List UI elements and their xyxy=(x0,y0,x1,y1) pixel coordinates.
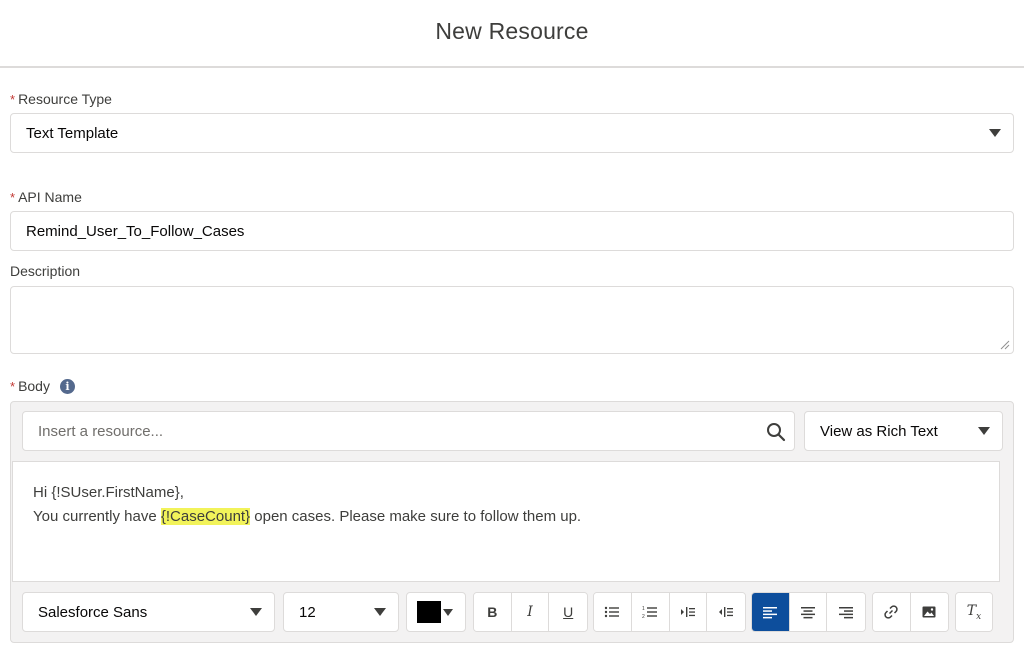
align-left-icon xyxy=(763,607,778,619)
api-name-input[interactable]: Remind_User_To_Follow_Cases xyxy=(10,211,1014,251)
underline-icon: U xyxy=(563,604,574,620)
chevron-down-icon xyxy=(250,608,262,616)
body-label-text: Body xyxy=(18,378,50,394)
bulleted-list-button[interactable] xyxy=(594,593,632,631)
editor-toolbar: Salesforce Sans 12 B I U 1 2 Tx xyxy=(12,581,1000,639)
search-placeholder: Insert a resource... xyxy=(38,423,164,440)
editor-line-2: You currently have {!CaseCount} open cas… xyxy=(33,508,581,525)
editor-line-1: Hi {!SUser.FirstName}, xyxy=(33,484,184,501)
link-button[interactable] xyxy=(873,593,911,631)
required-mark: * xyxy=(10,189,16,205)
resize-handle-icon[interactable] xyxy=(1000,340,1010,350)
resource-type-select[interactable]: Text Template xyxy=(10,113,1014,153)
underline-button[interactable]: U xyxy=(549,593,587,631)
text-color-picker[interactable] xyxy=(406,592,466,632)
bold-button[interactable]: B xyxy=(474,593,512,631)
view-mode-select[interactable]: View as Rich Text xyxy=(804,411,1003,451)
description-label-text: Description xyxy=(10,263,81,279)
required-mark: * xyxy=(10,91,16,107)
color-swatch xyxy=(417,601,441,623)
body-editor-container: Insert a resource... View as Rich Text H… xyxy=(10,401,1014,643)
list-button-group: 1 2 xyxy=(593,592,746,632)
font-size-select[interactable]: 12 xyxy=(283,592,399,632)
editor-text: You currently have xyxy=(33,508,161,525)
svg-text:1: 1 xyxy=(642,606,645,612)
info-icon[interactable]: i xyxy=(59,378,75,394)
bulleted-list-icon xyxy=(605,606,620,618)
bold-icon: B xyxy=(487,604,498,620)
outdent-icon xyxy=(719,607,734,617)
align-center-button[interactable] xyxy=(789,593,828,631)
format-button-group: B I U xyxy=(473,592,588,632)
body-label: * Body i xyxy=(10,378,75,394)
api-name-value: Remind_User_To_Follow_Cases xyxy=(26,223,245,240)
chevron-down-icon xyxy=(989,129,1001,137)
search-icon xyxy=(767,423,786,442)
font-size-value: 12 xyxy=(299,604,316,621)
align-center-icon xyxy=(801,607,815,619)
align-right-icon xyxy=(839,607,854,619)
insert-button-group xyxy=(872,592,949,632)
image-button[interactable] xyxy=(910,593,948,631)
required-mark: * xyxy=(10,378,16,394)
chevron-down-icon xyxy=(443,608,453,616)
view-mode-value: View as Rich Text xyxy=(820,423,938,440)
modal-header: New Resource xyxy=(0,0,1024,68)
resource-type-label-text: Resource Type xyxy=(18,91,112,107)
font-family-value: Salesforce Sans xyxy=(38,604,148,621)
italic-button[interactable]: I xyxy=(511,593,550,631)
svg-text:2: 2 xyxy=(642,614,645,620)
numbered-list-icon: 1 2 xyxy=(642,606,658,620)
chevron-down-icon xyxy=(374,608,386,616)
link-icon xyxy=(884,605,898,619)
align-right-button[interactable] xyxy=(827,593,865,631)
indent-icon xyxy=(680,607,695,617)
font-family-select[interactable]: Salesforce Sans xyxy=(22,592,275,632)
rich-text-editor[interactable]: Hi {!SUser.FirstName}, You currently hav… xyxy=(12,461,1000,581)
editor-text: open cases. Please make sure to follow t… xyxy=(250,508,582,525)
api-name-label-text: API Name xyxy=(18,189,82,205)
clear-format-button[interactable]: Tx xyxy=(956,593,992,631)
align-left-button[interactable] xyxy=(752,593,790,631)
clear-format-icon: Tx xyxy=(966,602,982,622)
description-textarea[interactable] xyxy=(10,286,1014,354)
indent-button[interactable] xyxy=(669,593,708,631)
resource-search-input[interactable]: Insert a resource... xyxy=(22,411,795,451)
italic-icon: I xyxy=(527,604,533,620)
numbered-list-button[interactable]: 1 2 xyxy=(631,593,670,631)
outdent-button[interactable] xyxy=(707,593,745,631)
align-button-group xyxy=(751,592,866,632)
description-label: Description xyxy=(10,263,80,279)
image-icon xyxy=(922,606,936,618)
clear-format-group: Tx xyxy=(955,592,993,632)
chevron-down-icon xyxy=(978,427,990,435)
api-name-label: * API Name xyxy=(10,189,82,205)
resource-type-value: Text Template xyxy=(26,125,119,142)
modal-title: New Resource xyxy=(435,17,589,44)
merge-field-highlight: {!CaseCount} xyxy=(160,508,251,525)
resource-type-label: * Resource Type xyxy=(10,91,112,107)
